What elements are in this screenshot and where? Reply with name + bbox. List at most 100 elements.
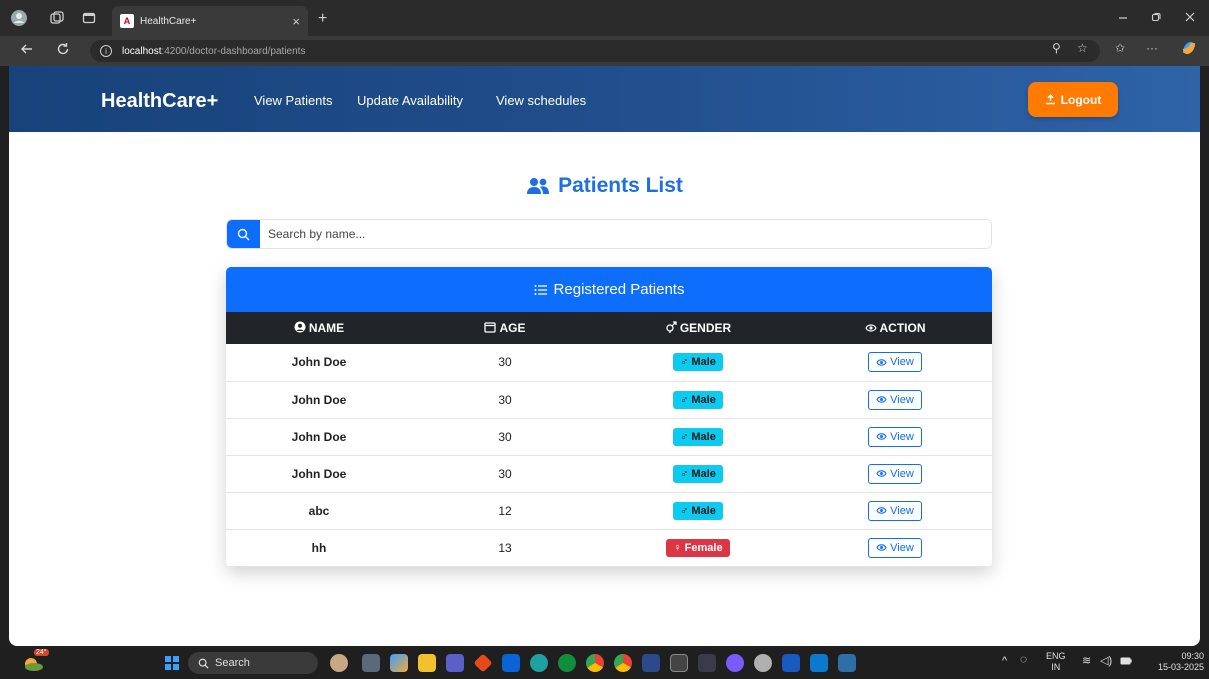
eye-icon <box>876 433 887 440</box>
chrome-profile-icon[interactable] <box>614 654 632 672</box>
gender-badge: ♂ Male <box>673 501 723 520</box>
minimize-icon[interactable] <box>1118 10 1128 25</box>
patient-name: hh <box>311 540 327 555</box>
git-icon[interactable] <box>473 653 493 673</box>
view-patient-button[interactable]: View <box>868 500 922 521</box>
logout-button[interactable]: Logout <box>1028 82 1118 117</box>
male-symbol-icon: ♂ <box>680 504 689 517</box>
view-patient-button[interactable]: View <box>868 352 922 373</box>
page-viewport: HealthCare+ View Patients Update Availab… <box>9 66 1200 646</box>
site-info-icon[interactable]: i <box>100 45 112 57</box>
patient-age: 13 <box>498 540 512 555</box>
patient-action-cell: View <box>798 492 992 529</box>
gender-label: Female <box>684 541 723 554</box>
copilot-tray-icon[interactable]: ◌ <box>1020 653 1027 665</box>
view-patient-button[interactable]: View <box>868 389 922 410</box>
users-icon <box>527 178 550 194</box>
profile-icon[interactable] <box>10 9 28 27</box>
browser-navbar: i localhost:4200/doctor-dashboard/patien… <box>0 36 1209 66</box>
patient-gender-cell: ♂ Male <box>598 418 798 455</box>
language-indicator[interactable]: ENG IN <box>1046 651 1066 673</box>
favorite-star-icon[interactable]: ☆ <box>1077 41 1088 55</box>
view-patient-button[interactable]: View <box>868 537 922 558</box>
card-title: Registered Patients <box>553 281 685 298</box>
brand-logo[interactable]: HealthCare+ <box>101 90 218 113</box>
patient-action-cell: View <box>798 418 992 455</box>
language-code: ENG <box>1046 651 1066 661</box>
tab-close-icon[interactable]: × <box>292 14 300 29</box>
weather-widget[interactable]: 24° <box>22 649 49 674</box>
wifi-icon[interactable]: ≋ <box>1082 656 1091 667</box>
restore-icon[interactable] <box>1151 10 1161 25</box>
key-icon[interactable]: ⚲ <box>1052 41 1061 55</box>
copilot-icon[interactable] <box>1180 39 1198 60</box>
weather-temp: 24° <box>34 649 49 656</box>
photos-icon[interactable] <box>838 654 856 672</box>
patient-age: 30 <box>498 466 512 481</box>
edge-icon[interactable] <box>530 654 548 672</box>
back-icon[interactable] <box>20 42 34 61</box>
table-row: John Doe 30 ♂ Male View <box>226 344 992 381</box>
terminal-icon[interactable] <box>670 654 688 672</box>
search-icon <box>237 228 250 240</box>
edge-dev-icon[interactable] <box>558 654 576 672</box>
patients-card: Registered Patients NAME AGE GENDER ACTI… <box>226 267 992 567</box>
volume-icon[interactable]: ◁) <box>1100 656 1112 667</box>
col-age-header[interactable]: AGE <box>412 312 598 344</box>
browser-tab[interactable]: A HealthCare+ × <box>112 6 308 36</box>
taskbar-search[interactable]: Search <box>188 652 318 674</box>
battery-icon[interactable] <box>1120 657 1132 668</box>
taskbar: 24° Search ^ ◌ ENG IN ≋ ◁) 09:30 15-03-2… <box>0 647 1209 679</box>
search-input[interactable] <box>260 220 991 248</box>
url-path: :4200/doctor-dashboard/patients <box>161 45 306 57</box>
table-row: abc 12 ♂ Male View <box>226 492 992 529</box>
refresh-icon[interactable] <box>56 42 70 61</box>
more-menu-icon[interactable]: ··· <box>1146 41 1158 55</box>
workspaces-icon[interactable] <box>48 9 66 27</box>
vs-code-insiders-icon[interactable] <box>642 654 660 672</box>
powershell-icon[interactable] <box>698 654 716 672</box>
word-icon[interactable] <box>782 654 800 672</box>
address-bar[interactable]: i localhost:4200/doctor-dashboard/patien… <box>90 40 1100 62</box>
view-patient-button[interactable]: View <box>868 463 922 484</box>
copilot-avatar-icon[interactable] <box>330 654 348 672</box>
patients-table: NAME AGE GENDER ACTION John Doe 30 ♂ Male Vi… <box>226 312 992 567</box>
patient-name: John Doe <box>291 466 347 481</box>
clock[interactable]: 09:30 15-03-2025 <box>1140 651 1204 673</box>
tab-actions-icon[interactable] <box>80 9 98 27</box>
search-button[interactable] <box>227 220 260 248</box>
teams-icon[interactable] <box>446 654 464 672</box>
nav-view-schedules[interactable]: View schedules <box>496 93 586 108</box>
new-tab-button[interactable]: + <box>318 10 327 28</box>
col-name-header[interactable]: NAME <box>226 312 412 344</box>
settings-gear-icon[interactable] <box>754 654 772 672</box>
vscode-icon[interactable] <box>810 654 828 672</box>
copilot-app-icon[interactable] <box>390 654 408 672</box>
start-button[interactable] <box>165 656 179 670</box>
patient-name: John Doe <box>291 429 347 444</box>
col-gender-header[interactable]: GENDER <box>598 312 798 344</box>
favorites-bar-icon[interactable]: ✩ <box>1115 41 1125 55</box>
view-label: View <box>890 356 914 369</box>
patient-name: John Doe <box>291 355 347 370</box>
patient-name: abc <box>308 503 330 518</box>
view-label: View <box>890 504 914 517</box>
task-view-icon[interactable] <box>362 654 380 672</box>
browser-titlebar: A HealthCare+ × + <box>0 0 1209 36</box>
chrome-icon[interactable] <box>586 654 604 672</box>
search-box <box>226 219 992 249</box>
col-action-header[interactable]: ACTION <box>798 312 992 344</box>
page-title: Patients List <box>9 174 1200 198</box>
view-patient-button[interactable]: View <box>868 426 922 447</box>
outlook-icon[interactable] <box>502 654 520 672</box>
patient-action-cell: View <box>798 381 992 418</box>
patient-gender-cell: ♂ Male <box>598 381 798 418</box>
close-window-icon[interactable] <box>1185 10 1195 25</box>
file-explorer-icon[interactable] <box>418 654 436 672</box>
eye-icon <box>876 544 887 551</box>
nav-view-patients[interactable]: View Patients <box>254 93 333 108</box>
patient-age: 30 <box>498 355 512 370</box>
show-hidden-icons[interactable]: ^ <box>1002 656 1007 667</box>
github-desktop-icon[interactable] <box>726 654 744 672</box>
nav-update-availability[interactable]: Update Availability <box>357 93 463 108</box>
